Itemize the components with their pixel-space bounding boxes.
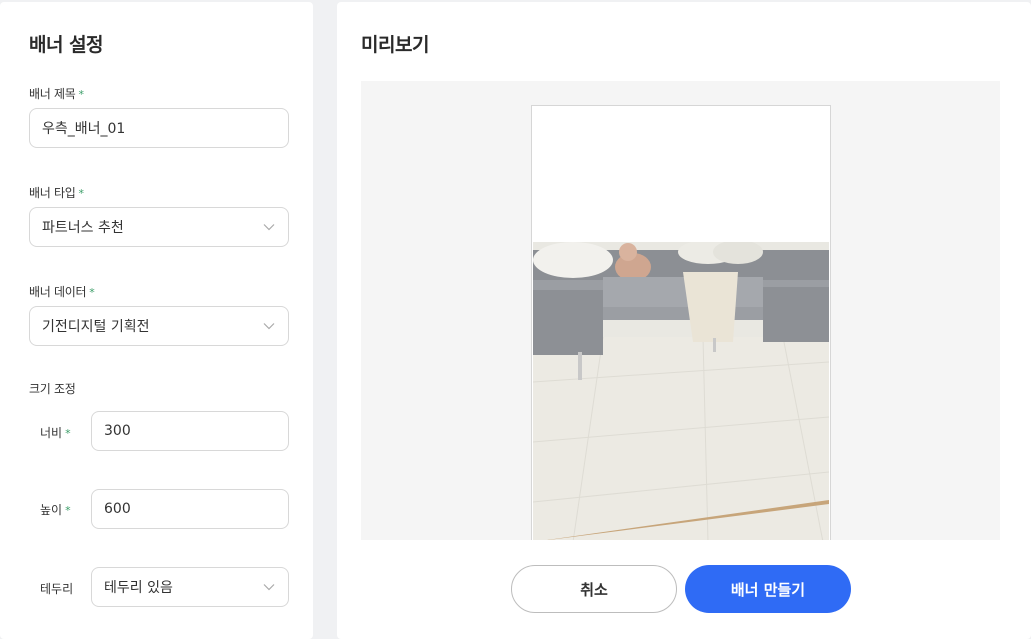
settings-title: 배너 설정 xyxy=(29,34,104,56)
banner-data-label-text: 배너 데이터 xyxy=(29,285,87,299)
create-banner-button[interactable]: 배너 만들기 xyxy=(685,565,851,613)
border-select[interactable]: 테두리 있음 xyxy=(91,567,289,607)
banner-photo xyxy=(533,242,829,540)
preview-panel: 미리보기 취소 배너 만들기 xyxy=(337,2,1031,639)
banner-title-value: 우측_배너_01 xyxy=(42,121,126,137)
banner-data-value: 기전디지털 기획전 xyxy=(42,319,150,335)
banner-type-label: 배너 타입 * xyxy=(29,184,84,201)
chevron-down-icon xyxy=(262,319,276,333)
width-label-text: 너비 xyxy=(40,426,63,440)
width-value: 300 xyxy=(104,423,131,439)
preview-canvas xyxy=(361,81,1000,540)
banner-settings-panel: 배너 설정 배너 제목 * 우측_배너_01 배너 타입 * 파트너스 추천 배너 … xyxy=(0,2,313,639)
preview-title: 미리보기 xyxy=(361,34,429,56)
banner-type-value: 파트너스 추천 xyxy=(42,220,124,236)
height-label-text: 높이 xyxy=(40,503,63,517)
width-input[interactable]: 300 xyxy=(91,411,289,451)
required-mark: * xyxy=(65,427,71,440)
required-mark: * xyxy=(78,187,84,200)
height-value: 600 xyxy=(104,501,131,517)
height-label: 높이 * xyxy=(40,501,71,518)
banner-type-label-text: 배너 타입 xyxy=(29,186,76,200)
height-input[interactable]: 600 xyxy=(91,489,289,529)
banner-title-label-text: 배너 제목 xyxy=(29,87,76,101)
banner-preview xyxy=(531,105,831,540)
banner-type-select[interactable]: 파트너스 추천 xyxy=(29,207,289,247)
banner-title-input[interactable]: 우측_배너_01 xyxy=(29,108,289,148)
banner-data-select[interactable]: 기전디지털 기획전 xyxy=(29,306,289,346)
cancel-button[interactable]: 취소 xyxy=(511,565,677,613)
required-mark: * xyxy=(89,286,95,299)
size-adjust-label: 크기 조정 xyxy=(29,382,76,396)
chevron-down-icon xyxy=(262,580,276,594)
chevron-down-icon xyxy=(262,220,276,234)
banner-title-label: 배너 제목 * xyxy=(29,85,84,102)
width-label: 너비 * xyxy=(40,424,71,441)
required-mark: * xyxy=(78,88,84,101)
border-label: 테두리 xyxy=(40,582,74,596)
required-mark: * xyxy=(65,504,71,517)
border-value: 테두리 있음 xyxy=(104,580,173,596)
banner-data-label: 배너 데이터 * xyxy=(29,283,95,300)
